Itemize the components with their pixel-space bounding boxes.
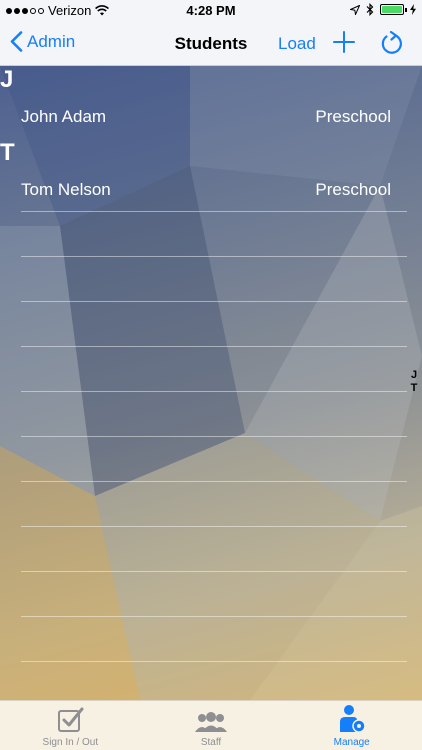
tab-label: Staff — [200, 737, 222, 748]
row-separator — [21, 301, 407, 302]
charging-bolt-icon — [410, 4, 416, 15]
tab-manage[interactable]: Manage — [281, 701, 422, 750]
background-pattern — [0, 66, 422, 700]
student-name: Tom Nelson — [21, 180, 111, 199]
section-header-j: J — [0, 66, 14, 93]
location-arrow-icon — [350, 4, 360, 15]
tab-staff[interactable]: Staff — [141, 701, 282, 750]
tab-label: Manage — [333, 737, 370, 748]
index-letter-j[interactable]: J — [410, 369, 418, 382]
row-separator — [21, 211, 407, 212]
navigation-bar: Admin Students Load — [0, 22, 422, 66]
person-gear-icon — [339, 705, 366, 733]
student-name: John Adam — [21, 107, 107, 126]
student-grade: Preschool — [315, 180, 391, 199]
list-item[interactable]: John Adam Preschool — [21, 102, 391, 132]
refresh-button[interactable] — [380, 30, 404, 62]
row-separator — [21, 391, 407, 392]
students-list[interactable]: J John Adam Preschool T Tom Nelson Presc… — [0, 66, 422, 700]
row-separator — [21, 616, 407, 617]
list-item[interactable]: Tom Nelson Preschool — [21, 175, 391, 205]
row-separator — [21, 481, 407, 482]
student-grade: Preschool — [315, 107, 391, 126]
checkbox-icon — [58, 707, 84, 732]
row-separator — [21, 661, 407, 662]
tab-label: Sign In / Out — [42, 737, 99, 748]
section-header-t: T — [0, 139, 15, 166]
tab-bar: Sign In / Out Staff Manage — [0, 700, 422, 750]
load-button[interactable]: Load — [278, 34, 316, 54]
status-bar: Verizon 4:28 PM — [0, 0, 422, 22]
row-separator — [21, 571, 407, 572]
add-button[interactable] — [333, 31, 355, 58]
people-icon — [195, 712, 227, 732]
bluetooth-icon — [366, 3, 374, 16]
row-separator — [21, 526, 407, 527]
row-separator — [21, 346, 407, 347]
row-separator — [21, 436, 407, 437]
plus-icon — [333, 31, 355, 53]
refresh-icon — [381, 30, 402, 54]
status-right — [350, 3, 416, 16]
battery-icon — [380, 4, 407, 15]
tab-sign-in-out[interactable]: Sign In / Out — [0, 701, 141, 750]
index-letter-t[interactable]: T — [410, 382, 418, 395]
row-separator — [21, 256, 407, 257]
section-index[interactable]: J T — [410, 369, 418, 395]
page-title: Students — [174, 34, 248, 53]
